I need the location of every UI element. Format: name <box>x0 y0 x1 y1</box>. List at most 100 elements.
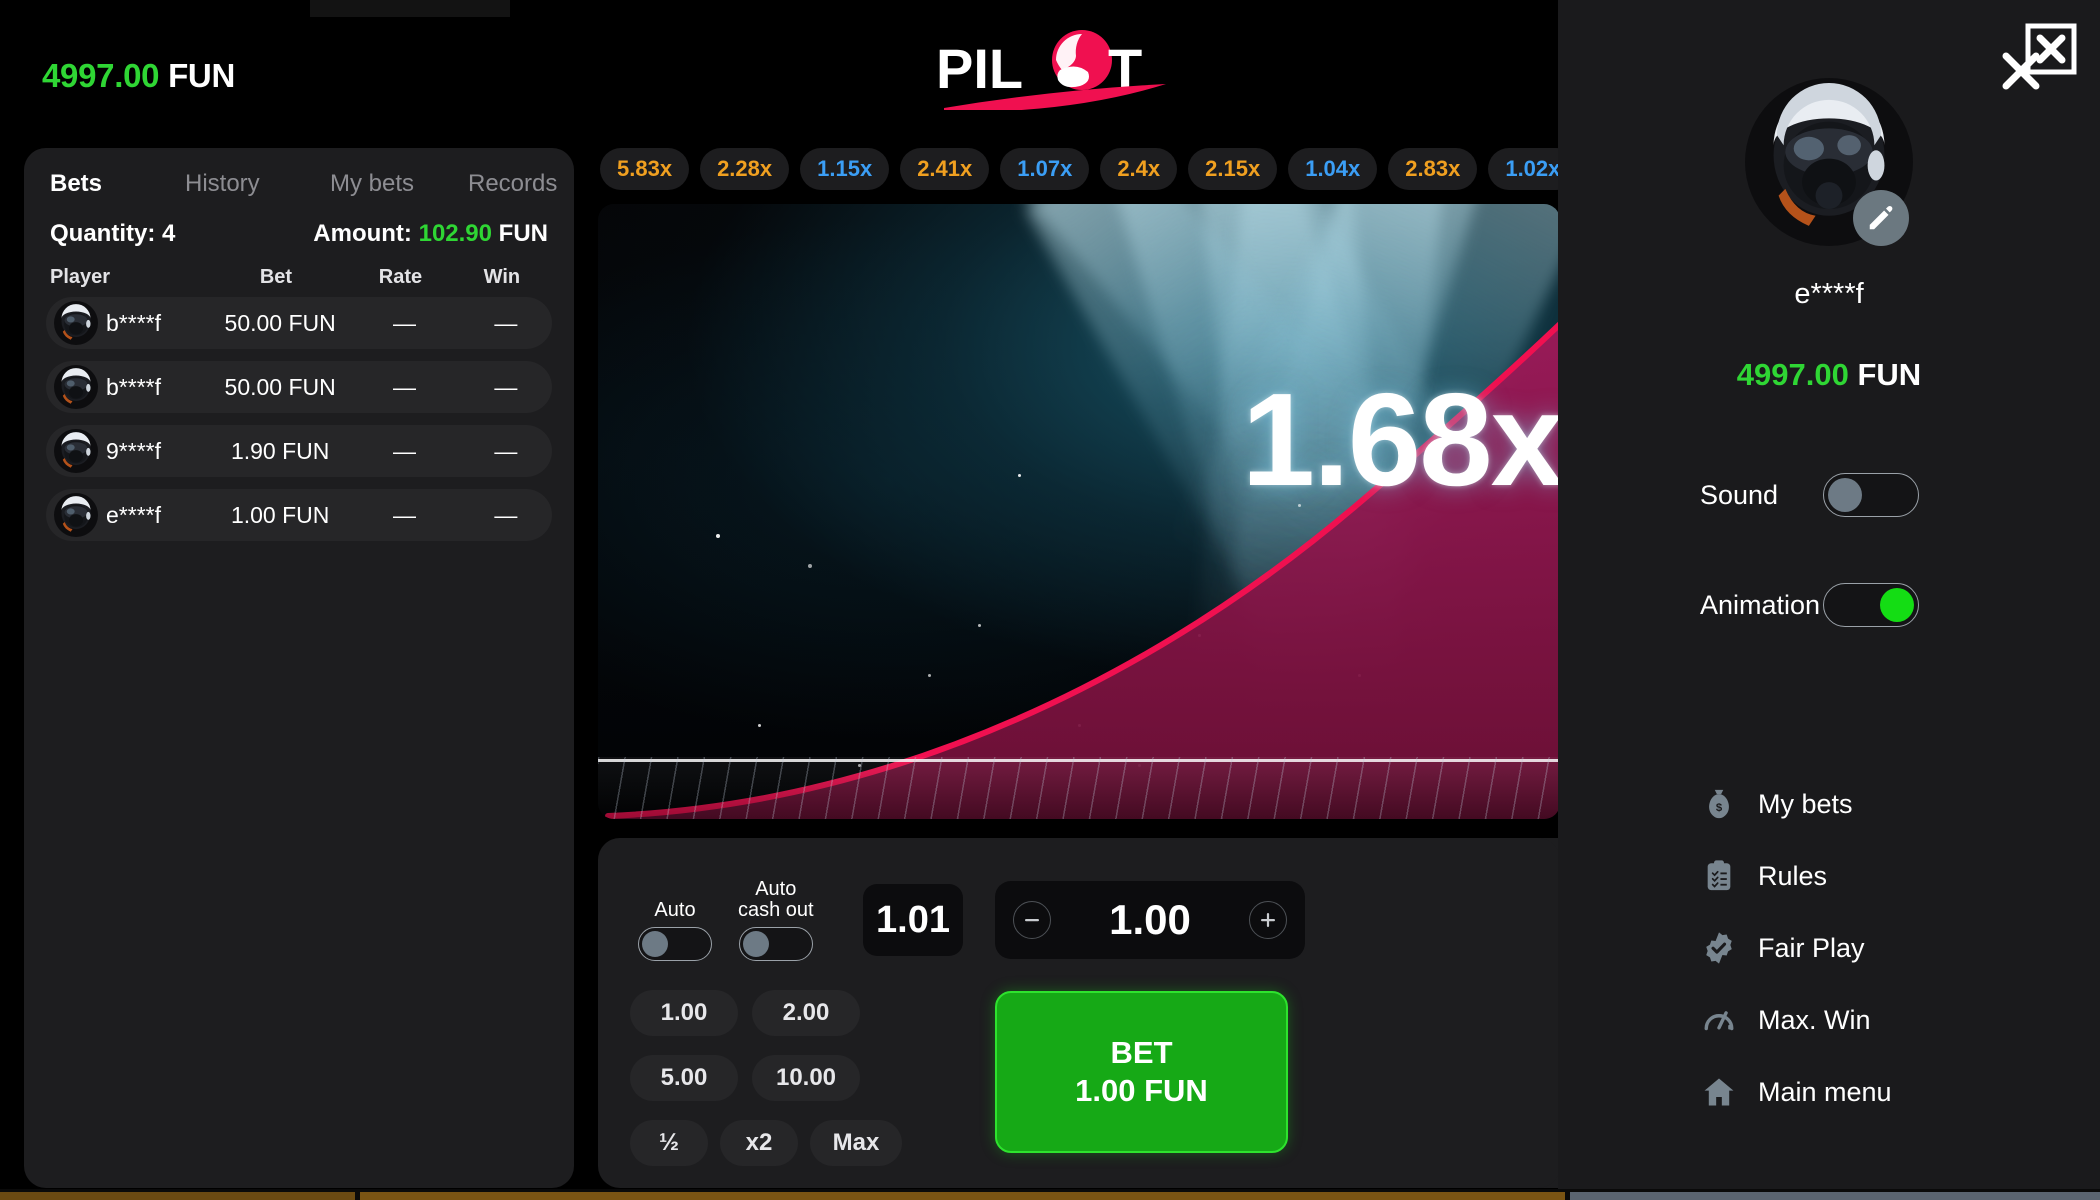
svg-text:$: $ <box>1716 802 1723 814</box>
menu-item-my-bets[interactable]: $ My bets <box>1558 768 2100 840</box>
svg-text:PIL: PIL <box>936 37 1023 100</box>
multiplier-chip[interactable]: 2.28x <box>700 148 789 190</box>
table-row: 9****f 1.90 FUN — — <box>46 425 552 477</box>
table-row: e****f 1.00 FUN — — <box>46 489 552 541</box>
menu-item-label: Main menu <box>1758 1077 1892 1108</box>
bet-button[interactable]: BET 1.00 FUN <box>995 991 1288 1153</box>
multiplier-chip[interactable]: 2.83x <box>1388 148 1477 190</box>
bets-table-body: b****f 50.00 FUN — — b****f 50.00 FUN — — 9***… <box>24 289 574 541</box>
profile-sidebar: e****f 4997.00 FUN Sound Animation $ My b… <box>1558 0 2100 1190</box>
quick-amount-1[interactable]: 1.00 <box>630 990 738 1036</box>
menu-item-label: Fair Play <box>1758 933 1865 964</box>
column-player: Player <box>50 266 207 289</box>
bet-panel-left: Auto Auto cash out 1.01 1.00 1.00 2.00 5… <box>598 838 1560 1188</box>
bets-summary: Quantity: 4 Amount: 102.90 FUN <box>24 198 574 248</box>
amount-group: Amount: 102.90 FUN <box>313 220 548 248</box>
menu-item-rules[interactable]: Rules <box>1558 840 2100 912</box>
multiplier-history[interactable]: 5.83x 2.28x 1.15x 2.41x 1.07x 2.4x 2.15x 1.04x 2… <box>600 148 1560 190</box>
row-player: b****f <box>98 374 211 401</box>
animation-toggle-wrap <box>1823 583 1919 627</box>
quick-amount-3[interactable]: 5.00 <box>630 1055 738 1101</box>
multiplier-chip[interactable]: 1.07x <box>1000 148 1089 190</box>
bet-button-subtitle: 1.00 FUN <box>1075 1072 1208 1110</box>
menu-item-label: Max. Win <box>1758 1005 1871 1036</box>
bottom-bar-right <box>1570 1192 2100 1200</box>
toggle-knob <box>1880 588 1914 622</box>
quantity-group: Quantity: 4 <box>50 220 175 248</box>
multiplier-chip[interactable]: 5.83x <box>600 148 689 190</box>
sidebar-menu: $ My bets Rules Fair Play Max. Win Main menu <box>1558 768 2100 1128</box>
auto-toggle[interactable] <box>638 927 712 961</box>
row-player: b****f <box>98 310 211 337</box>
close-sidebar-button[interactable] <box>1992 18 2082 108</box>
row-bet: 50.00 FUN <box>211 374 349 401</box>
multiplier-chip[interactable]: 2.41x <box>900 148 989 190</box>
clipboard-list-icon <box>1698 855 1740 897</box>
row-win: — <box>460 438 552 465</box>
sidebar-balance: 4997.00 FUN <box>1558 357 2100 393</box>
menu-item-max-win[interactable]: Max. Win <box>1558 984 2100 1056</box>
sidebar-username: e****f <box>1558 278 2100 311</box>
quick-amount-2[interactable]: 2.00 <box>752 990 860 1036</box>
auto-cashout-value[interactable]: 1.01 <box>863 884 963 956</box>
menu-item-label: Rules <box>1758 861 1827 892</box>
half-button[interactable]: ½ <box>630 1120 708 1166</box>
menu-item-label: My bets <box>1758 789 1853 820</box>
auto-toggle-group: Auto <box>638 900 712 961</box>
column-bet: Bet <box>207 266 345 289</box>
column-rate: Rate <box>345 266 456 289</box>
top-left-artifact <box>310 0 510 17</box>
verified-badge-icon <box>1698 927 1740 969</box>
minus-icon[interactable] <box>1013 901 1051 939</box>
grid-floor <box>598 757 1560 819</box>
animation-toggle[interactable] <box>1823 583 1919 627</box>
bottom-cut-strip <box>0 1189 2100 1200</box>
avatar <box>54 365 98 409</box>
toggle-knob <box>642 931 668 957</box>
animation-label: Animation <box>1700 590 1820 621</box>
avatar <box>54 493 98 537</box>
multiplier-chip[interactable]: 1.02x <box>1488 148 1560 190</box>
row-player: e****f <box>98 502 211 529</box>
balance-currency: FUN <box>168 57 235 94</box>
bottom-bar-mid <box>360 1192 1565 1200</box>
double-button[interactable]: x2 <box>720 1120 798 1166</box>
auto-cashout-toggle[interactable] <box>739 927 813 961</box>
auto-cashout-toggle-group: Auto cash out <box>738 879 814 961</box>
toggle-knob <box>743 931 769 957</box>
multiplier-chip[interactable]: 1.15x <box>800 148 889 190</box>
multiplier-chip[interactable]: 1.04x <box>1288 148 1377 190</box>
sidebar-balance-amount: 4997.00 <box>1737 357 1849 392</box>
tab-my-bets[interactable]: My bets <box>330 170 468 198</box>
quantity-label: Quantity: <box>50 220 155 247</box>
max-button[interactable]: Max <box>810 1120 902 1166</box>
tab-records[interactable]: Records <box>468 170 574 198</box>
row-rate: — <box>349 374 460 401</box>
row-bet: 50.00 FUN <box>211 310 349 337</box>
row-rate: — <box>349 310 460 337</box>
row-bet: 1.90 FUN <box>211 438 349 465</box>
menu-item-main-menu[interactable]: Main menu <box>1558 1056 2100 1128</box>
amount-currency: FUN <box>499 220 548 247</box>
edit-avatar-button[interactable] <box>1853 190 1909 246</box>
row-win: — <box>460 502 552 529</box>
quick-amount-4[interactable]: 10.00 <box>752 1055 860 1101</box>
pencil-icon <box>1866 203 1896 233</box>
tab-bets[interactable]: Bets <box>50 170 185 198</box>
multiplier-chip[interactable]: 2.15x <box>1188 148 1277 190</box>
pilot-logo: PIL T <box>930 30 1175 110</box>
amount-value: 102.90 <box>419 220 492 247</box>
row-bet: 1.00 FUN <box>211 502 349 529</box>
auto-cashout-label: Auto cash out <box>738 879 814 921</box>
tab-history[interactable]: History <box>185 170 330 198</box>
current-multiplier: 1.68x <box>1242 364 1560 515</box>
menu-item-fair-play[interactable]: Fair Play <box>1558 912 2100 984</box>
multiplier-chip[interactable]: 2.4x <box>1100 148 1177 190</box>
row-player: 9****f <box>98 438 211 465</box>
plus-icon[interactable] <box>1249 901 1287 939</box>
bet-button-title: BET <box>1111 1034 1173 1072</box>
sound-toggle[interactable] <box>1823 473 1919 517</box>
stake-value[interactable]: 1.00 <box>1109 896 1191 944</box>
game-canvas: 1.68x <box>598 204 1560 819</box>
row-rate: — <box>349 502 460 529</box>
